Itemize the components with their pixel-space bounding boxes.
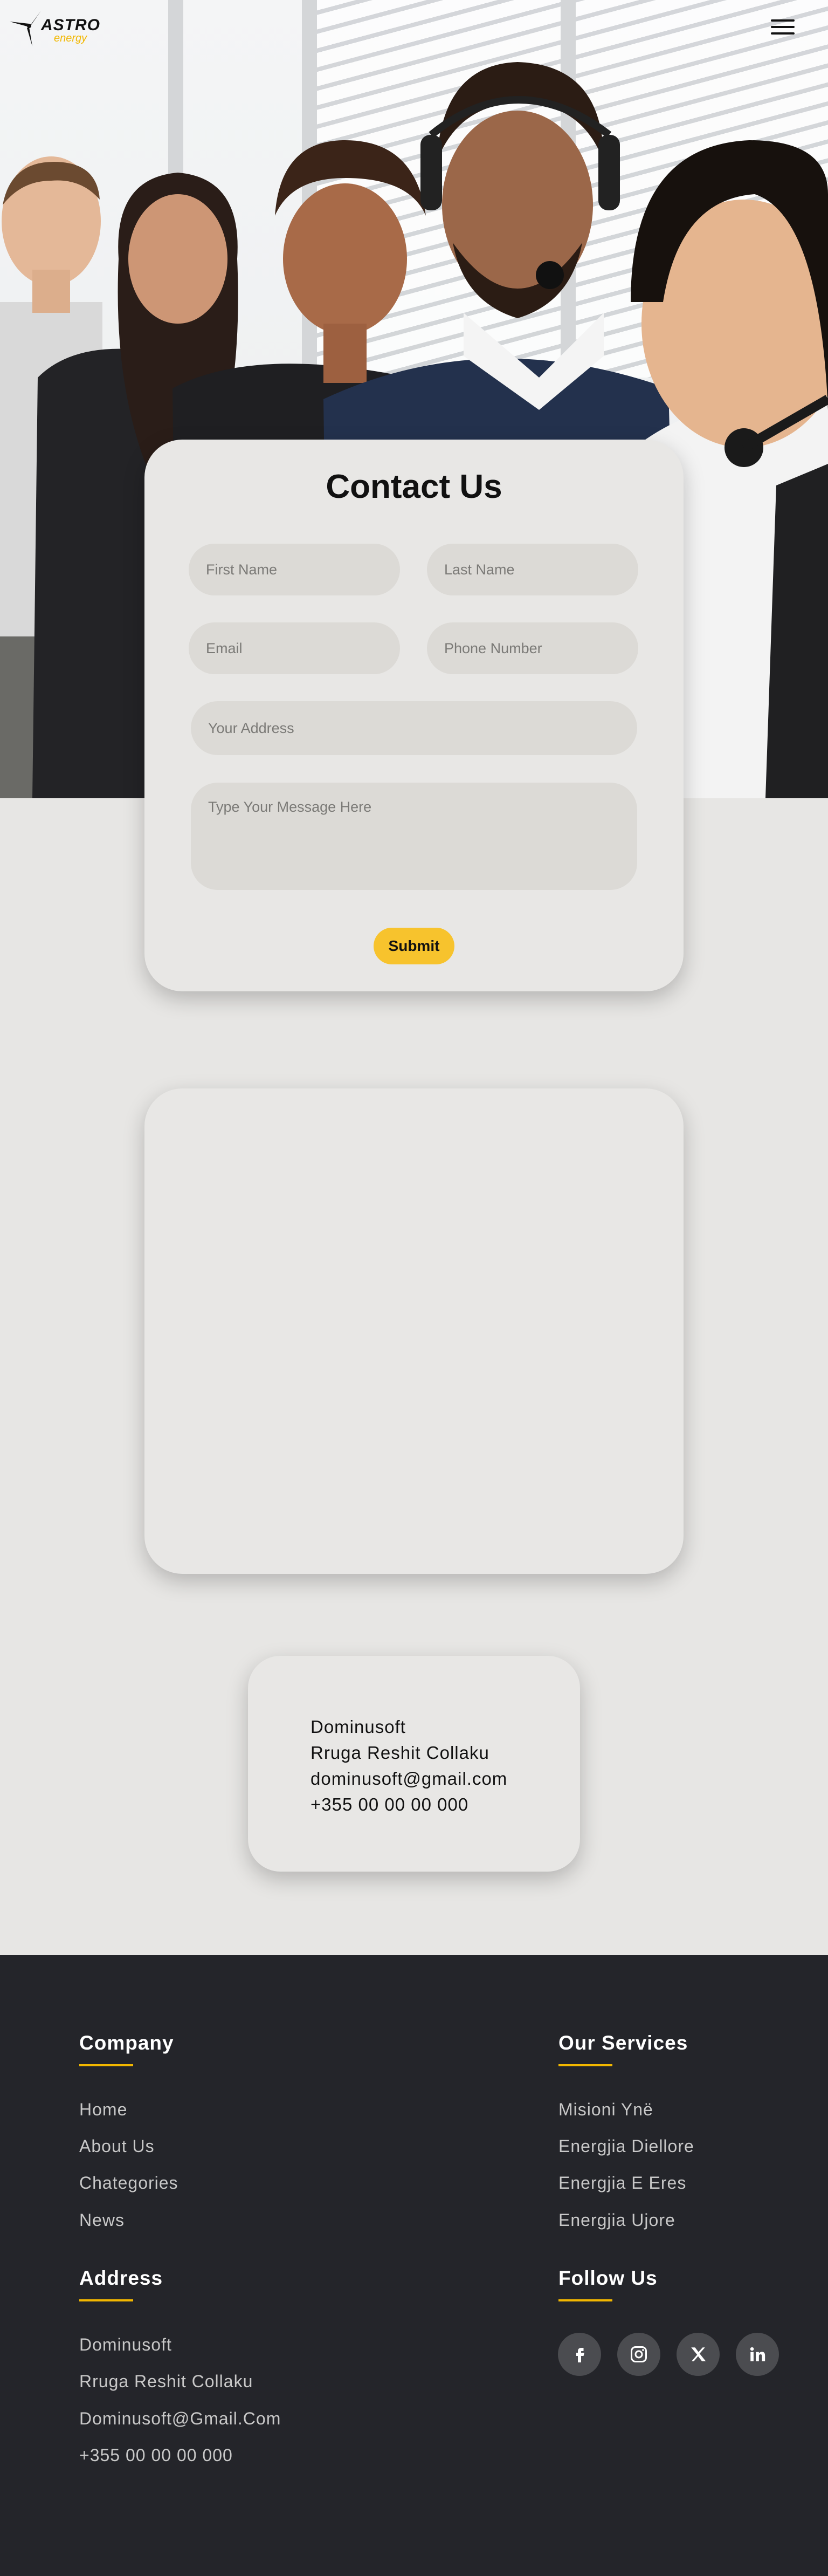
brand-logo[interactable]: ASTRO energy: [8, 6, 100, 50]
footer-link-solar[interactable]: Energjia Diellore: [558, 2136, 694, 2156]
message-textarea[interactable]: [191, 783, 637, 890]
footer-address-company: Dominusoft: [79, 2335, 172, 2354]
first-name-input[interactable]: [189, 544, 400, 595]
footer-link-home[interactable]: Home: [79, 2100, 127, 2120]
logo-wordmark: ASTRO: [41, 16, 100, 34]
site-footer: Company Home About Us Chategories News O…: [0, 1955, 828, 2576]
info-street: Rruga Reshit Collaku: [310, 1743, 489, 1763]
contact-info-lines: Dominusoft Rruga Reshit Collaku dominuso…: [310, 1714, 507, 1818]
contact-form-card: Contact Us Submit: [144, 440, 684, 991]
contact-title: Contact Us: [326, 468, 502, 505]
linkedin-button[interactable]: [736, 2333, 779, 2376]
info-email[interactable]: dominusoft@gmail.com: [310, 1766, 507, 1792]
footer-services-section: Our Services: [558, 2032, 688, 2066]
hamburger-icon: [771, 19, 795, 22]
hamburger-icon: [771, 32, 795, 35]
email-input[interactable]: [189, 622, 400, 674]
footer-link-hydro[interactable]: Energjia Ujore: [558, 2210, 675, 2230]
footer-link-wind[interactable]: Energjia E Eres: [558, 2173, 686, 2193]
footer-follow-heading: Follow Us: [558, 2267, 658, 2289]
footer-address-heading: Address: [79, 2267, 163, 2289]
facebook-icon: [576, 2348, 584, 2362]
footer-follow-section: Follow Us: [558, 2267, 658, 2301]
phone-number-input[interactable]: [427, 622, 638, 674]
heading-underline: [558, 2299, 612, 2301]
address-input[interactable]: [191, 701, 637, 755]
submit-button[interactable]: Submit: [374, 928, 454, 964]
footer-link-categories[interactable]: Chategories: [79, 2173, 178, 2193]
footer-company-heading: Company: [79, 2032, 174, 2054]
footer-link-about[interactable]: About Us: [79, 2136, 155, 2156]
wind-turbine-logo-icon: [10, 11, 41, 46]
heading-underline: [79, 2064, 133, 2066]
instagram-button[interactable]: [617, 2333, 660, 2376]
last-name-input[interactable]: [427, 544, 638, 595]
footer-address-section: Address: [79, 2267, 163, 2301]
info-phone[interactable]: +355 00 00 00 000: [310, 1792, 507, 1818]
instagram-icon: [631, 2346, 647, 2362]
heading-underline: [558, 2064, 612, 2066]
hamburger-icon: [771, 26, 795, 28]
footer-company-section: Company: [79, 2032, 174, 2066]
x-twitter-button[interactable]: [677, 2333, 720, 2376]
logo-subtitle: energy: [54, 32, 87, 44]
top-nav: ASTRO energy: [0, 0, 828, 54]
x-twitter-icon: [691, 2347, 706, 2361]
facebook-button[interactable]: [558, 2333, 601, 2376]
footer-link-news[interactable]: News: [79, 2210, 125, 2230]
footer-services-heading: Our Services: [558, 2032, 688, 2054]
footer-address-email[interactable]: Dominusoft@Gmail.Com: [79, 2409, 281, 2429]
linkedin-icon: [750, 2347, 765, 2361]
footer-address-street: Rruga Reshit Collaku: [79, 2372, 253, 2391]
contact-info-card: Dominusoft Rruga Reshit Collaku dominuso…: [248, 1656, 580, 1872]
footer-address-phone[interactable]: +355 00 00 00 000: [79, 2445, 233, 2465]
info-company: Dominusoft: [310, 1717, 406, 1737]
footer-link-mission[interactable]: Misioni Ynë: [558, 2100, 653, 2120]
map-embed-card[interactable]: [144, 1088, 684, 1574]
hamburger-menu-button[interactable]: [771, 19, 795, 38]
heading-underline: [79, 2299, 133, 2301]
